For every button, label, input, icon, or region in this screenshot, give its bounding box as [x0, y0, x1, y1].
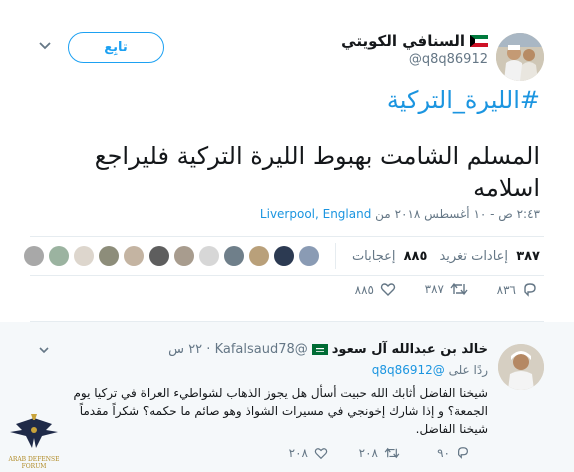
eagle-emblem-icon	[10, 414, 58, 448]
author-handle[interactable]: @q8q86912	[409, 52, 488, 67]
reply-author-handle[interactable]: @Kafalsaud78	[215, 342, 308, 357]
reply-action[interactable]: ٨٣٦	[497, 282, 538, 298]
liker-avatar[interactable]	[298, 246, 319, 266]
retweets-label: إعادات تغريد	[439, 248, 509, 264]
reply-author-name[interactable]: خالد بن عبدالله آل سعود	[332, 342, 488, 357]
author-avatar[interactable]	[496, 33, 544, 81]
likes-label: إعجابات	[351, 248, 396, 264]
tweet-stats: ٣٨٧ إعادات تغريد ٨٨٥ إعجابات	[19, 240, 540, 272]
likes-stat[interactable]: ٨٨٥ إعجابات	[352, 249, 428, 264]
chevron-down-icon[interactable]	[38, 346, 50, 356]
tweet-place[interactable]: Liverpool, England	[260, 207, 371, 221]
retweets-count: ٣٨٧	[516, 248, 540, 264]
reply-avatar-image	[498, 344, 544, 390]
heart-icon	[314, 447, 328, 459]
reply-actions: ٩٠ ٢٠٨ ٢٠٨	[289, 446, 472, 466]
reply-header: خالد بن عبدالله آل سعود @Kafalsaud78 · ٢…	[168, 342, 488, 357]
reply-text: شيخنا الفاضل أثابك الله حبيت أسأل هل يجو…	[73, 386, 488, 436]
tweet-actions: ٨٣٦ ٣٨٧ ٨٨٥	[340, 282, 540, 306]
liker-avatar[interactable]	[48, 246, 69, 266]
liker-avatar[interactable]	[273, 246, 294, 266]
reply-retweet-count: ٢٠٨	[358, 446, 378, 460]
liker-avatar[interactable]	[248, 246, 269, 266]
heart-icon	[380, 283, 396, 296]
reply-reply-count: ٩٠	[437, 446, 450, 460]
reply-count: ٨٣٦	[496, 283, 516, 297]
tweet-header: السنافي الكويتي @q8q86912 تابِع	[0, 0, 574, 81]
reply-icon	[524, 283, 536, 297]
author-name-row: السنافي الكويتي	[341, 32, 488, 50]
reply-time[interactable]: ٢٢ س	[168, 342, 202, 357]
kuwait-flag-icon	[470, 35, 488, 47]
tweet-timestamp: ٢:٤٣ ص - ١٠ أغسطس ٢٠١٨ من Liverpool, Eng…	[260, 207, 540, 221]
likes-count: ٨٨٥	[403, 248, 428, 264]
reply-to-handle[interactable]: @q8q86912	[372, 363, 445, 377]
reply-icon	[458, 447, 468, 459]
liker-avatar[interactable]	[98, 246, 119, 266]
author-name[interactable]: السنافي الكويتي	[341, 32, 465, 50]
watermark-logo: ARAB DEFENSE FORUM	[2, 408, 66, 472]
divider	[30, 321, 544, 322]
main-tweet: السنافي الكويتي @q8q86912 تابِع #الليرة_…	[0, 0, 574, 300]
divider	[30, 275, 544, 276]
reply-author-avatar[interactable]	[498, 344, 544, 390]
divider	[30, 236, 544, 237]
reply-reply-action[interactable]: ٩٠	[437, 446, 470, 460]
liker-avatar[interactable]	[198, 246, 219, 266]
retweets-stat[interactable]: ٣٨٧ إعادات تغريد	[439, 249, 540, 264]
tweet-hashtag[interactable]: #الليرة_التركية	[387, 86, 540, 114]
tweet-text: المسلم الشامت بهبوط الليرة التركية فليرا…	[94, 142, 540, 202]
reply-like-action[interactable]: ٢٠٨	[289, 446, 328, 460]
chevron-down-icon[interactable]	[38, 40, 52, 52]
follow-button[interactable]: تابِع	[68, 32, 164, 63]
reply-to-line: ردًا على @q8q86912	[372, 363, 488, 377]
retweet-icon	[384, 447, 400, 459]
avatar-image	[496, 33, 544, 81]
retweet-action[interactable]: ٣٨٧	[425, 282, 468, 296]
liker-avatar[interactable]	[173, 246, 194, 266]
like-action[interactable]: ٨٨٥	[355, 282, 396, 297]
liker-avatar[interactable]	[123, 246, 144, 266]
liker-avatar[interactable]	[223, 246, 244, 266]
reply-tweet: خالد بن عبدالله آل سعود @Kafalsaud78 · ٢…	[0, 322, 574, 472]
saudi-flag-icon	[311, 344, 328, 355]
tweet-time[interactable]: ٢:٤٣ ص - ١٠ أغسطس ٢٠١٨ من	[375, 207, 540, 221]
retweet-icon	[450, 282, 468, 296]
like-count: ٨٨٥	[354, 282, 374, 297]
reply-dot: ·	[202, 342, 215, 357]
reply-retweet-action[interactable]: ٢٠٨	[359, 446, 400, 460]
watermark-text: ARAB DEFENSE FORUM	[8, 456, 60, 470]
reply-to-label: ردًا على	[448, 363, 488, 377]
liker-avatar[interactable]	[148, 246, 169, 266]
liker-avatar[interactable]	[73, 246, 94, 266]
likers-avatars	[19, 246, 319, 266]
retweet-count: ٣٨٧	[424, 282, 444, 296]
reply-like-count: ٢٠٨	[288, 446, 308, 460]
stats-divider	[334, 243, 336, 269]
liker-avatar[interactable]	[23, 246, 44, 266]
